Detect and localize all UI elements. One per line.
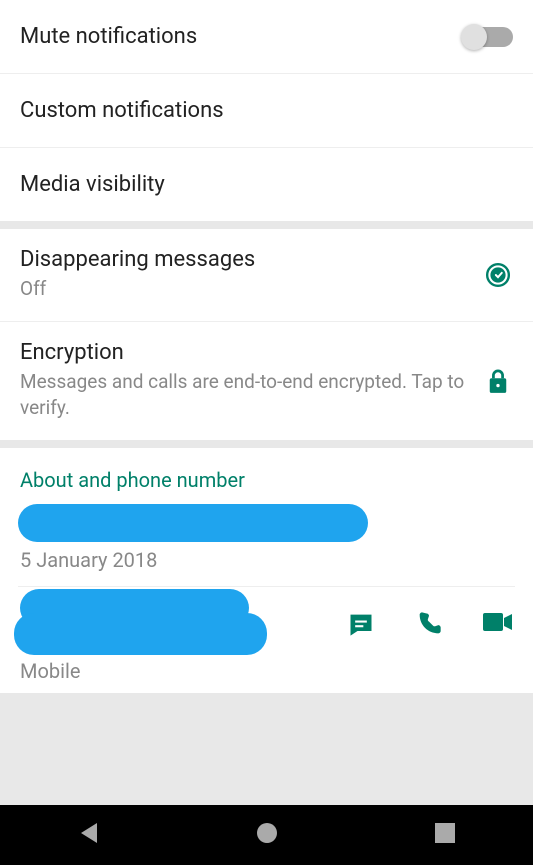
- toggle-knob: [461, 24, 487, 50]
- disappearing-messages-row[interactable]: Disappearing messages Off: [0, 229, 533, 322]
- privacy-section: Disappearing messages Off Encryption Mes…: [0, 229, 533, 440]
- notifications-section: Mute notifications Custom notifications …: [0, 0, 533, 221]
- disappearing-label: Disappearing messages: [20, 247, 483, 272]
- nav-home-icon[interactable]: [256, 822, 278, 848]
- nav-back-icon[interactable]: [78, 821, 100, 849]
- phone-icon[interactable]: [415, 610, 443, 642]
- media-label: Media visibility: [20, 172, 513, 197]
- media-visibility-row[interactable]: Media visibility: [0, 148, 533, 221]
- custom-label: Custom notifications: [20, 98, 513, 123]
- message-icon[interactable]: [347, 610, 375, 642]
- about-header: About and phone number: [0, 448, 533, 500]
- encryption-row[interactable]: Encryption Messages and calls are end-to…: [0, 322, 533, 440]
- lock-icon: [483, 368, 513, 394]
- disappearing-status: Off: [20, 276, 483, 303]
- custom-notifications-row[interactable]: Custom notifications: [0, 74, 533, 148]
- redacted-status: [18, 504, 368, 542]
- mute-label: Mute notifications: [20, 24, 463, 49]
- video-icon[interactable]: [483, 610, 513, 642]
- mute-toggle[interactable]: [463, 27, 513, 47]
- android-nav-bar: [0, 805, 533, 865]
- redacted-phone-2: [14, 613, 267, 655]
- divider: [18, 586, 515, 587]
- about-date: 5 January 2018: [0, 548, 533, 572]
- mute-notifications-row[interactable]: Mute notifications: [0, 0, 533, 74]
- encryption-label: Encryption: [20, 340, 483, 365]
- encryption-desc: Messages and calls are end-to-end encryp…: [20, 369, 483, 422]
- about-section: About and phone number 5 January 2018 Mo…: [0, 448, 533, 693]
- timer-icon: [483, 262, 513, 288]
- nav-recent-icon[interactable]: [435, 823, 455, 847]
- phone-label: Mobile: [0, 659, 533, 683]
